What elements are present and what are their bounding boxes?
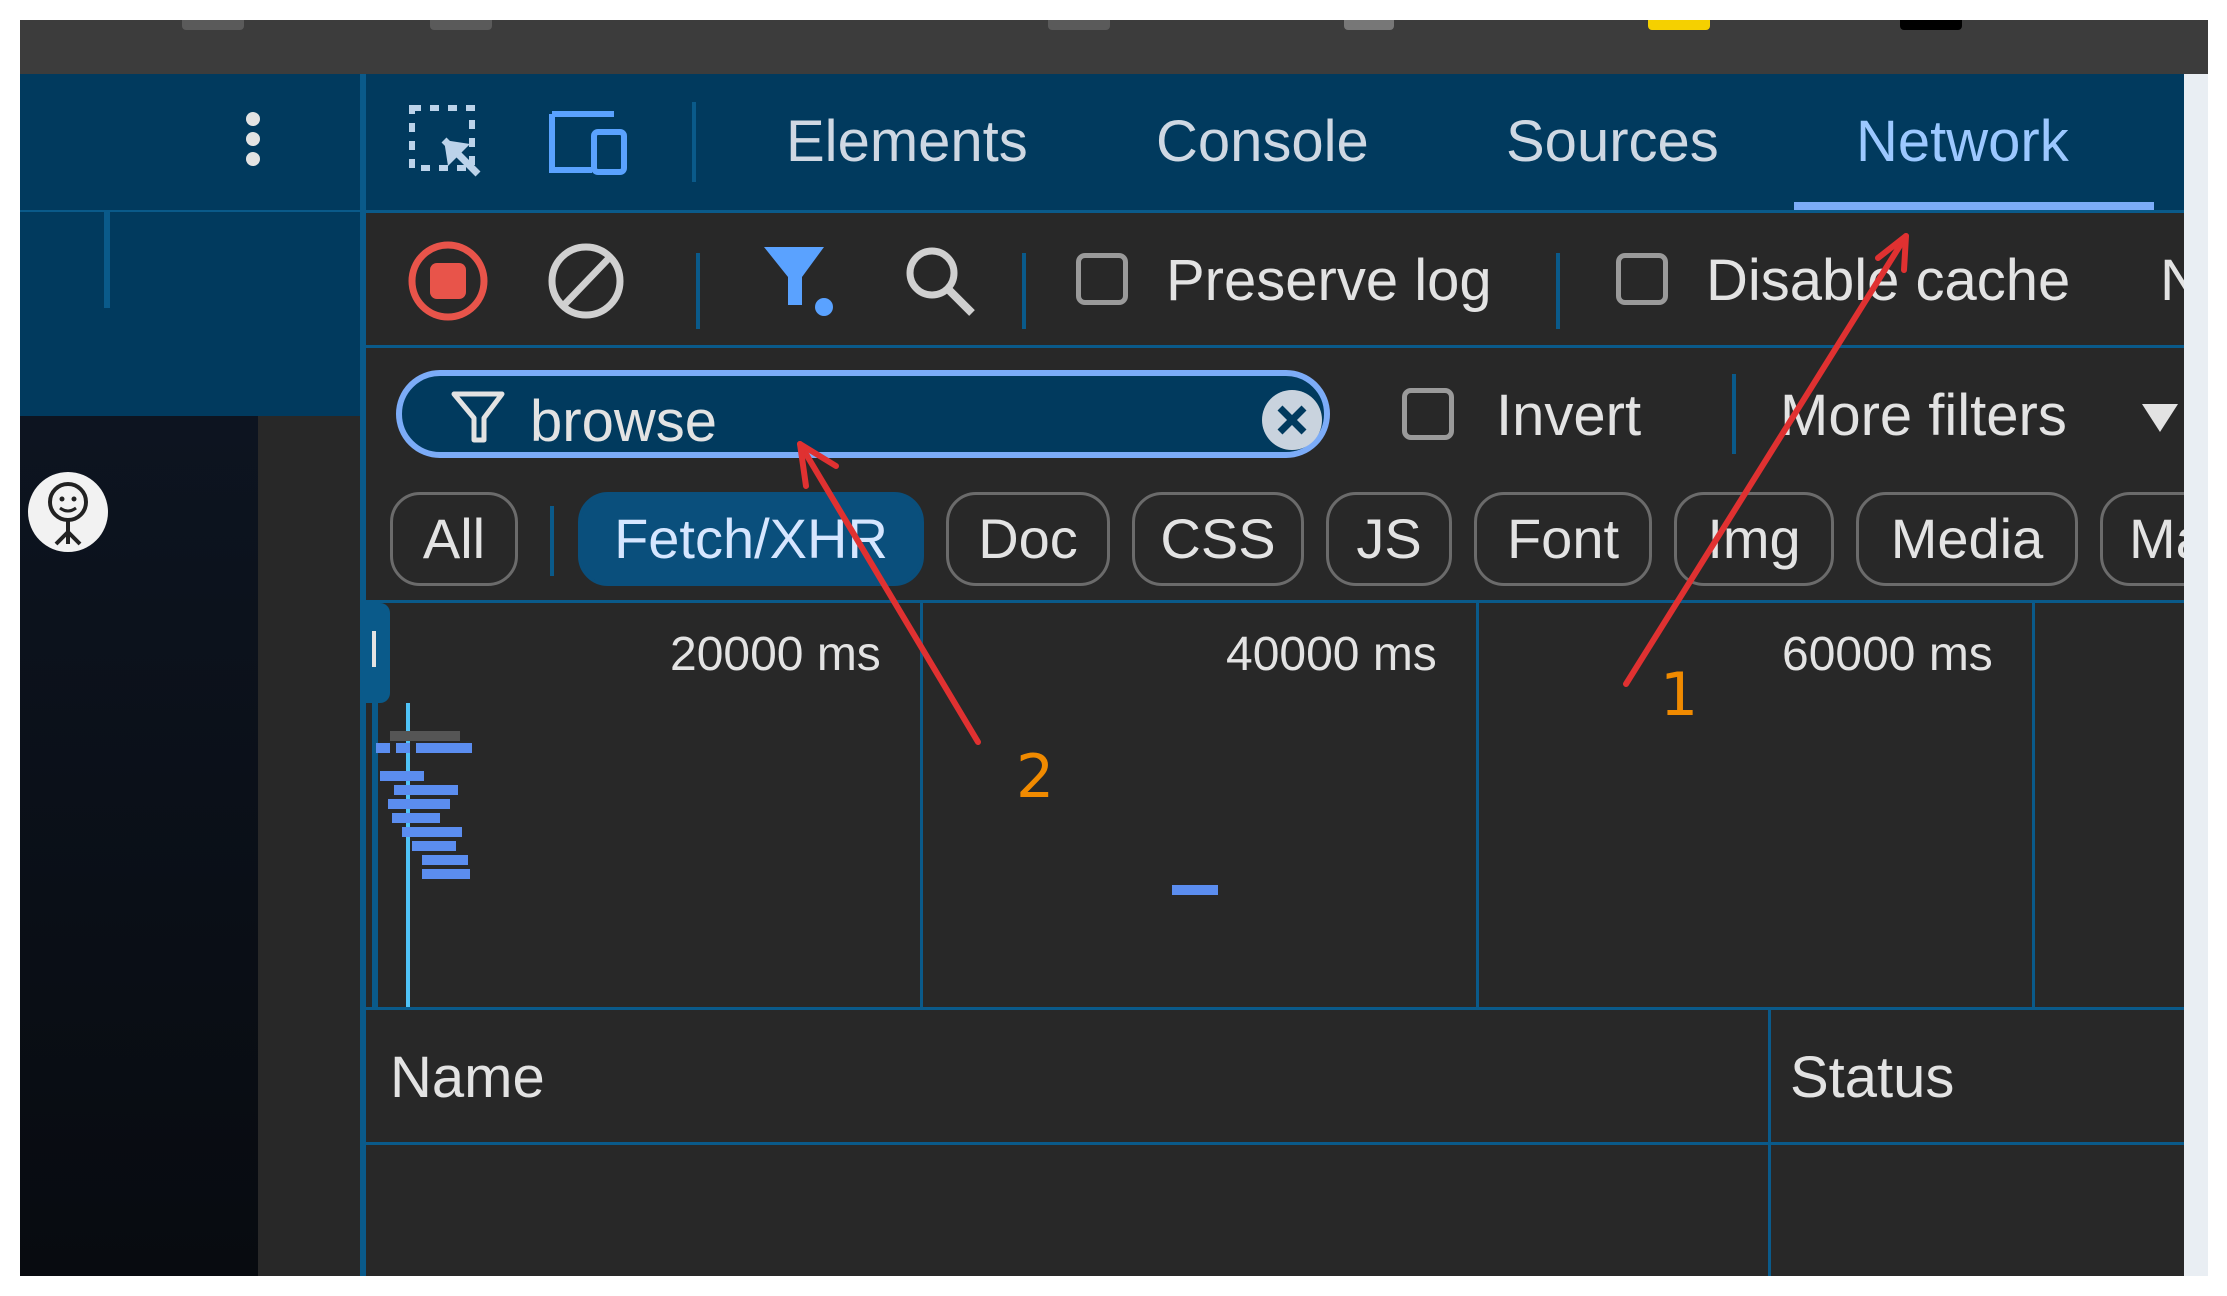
- annotation-overlay: [797, 233, 1909, 745]
- annotation-label-2: 2: [1016, 742, 1055, 812]
- screenshot-frame: Elements Console Sources Network Preserv…: [20, 20, 2208, 1276]
- annotation-label-1: 1: [1660, 660, 1699, 730]
- annotation-arrow-2: [797, 441, 981, 745]
- annotation-arrow-1: [1623, 233, 1909, 687]
